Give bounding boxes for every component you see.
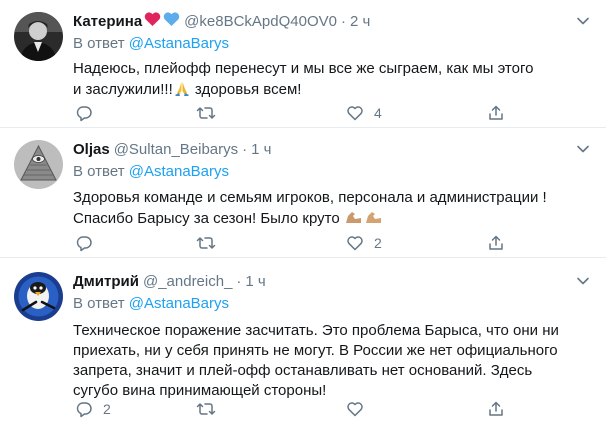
share-button[interactable] (487, 234, 505, 252)
tweet-dmitriy[interactable]: Дмитрий @_andreich_ · 1 ч В ответ @Astan… (0, 258, 606, 424)
reply-count: 2 (103, 401, 111, 417)
reply-icon (76, 236, 92, 252)
reply-mention-link[interactable]: @AstanaBarys (129, 295, 229, 312)
author-handle[interactable]: @Sultan_Beibarys (114, 141, 238, 158)
tweet-text-line: Спасибо Барысу за сезон! Было круто (73, 208, 592, 232)
share-button[interactable] (487, 104, 505, 122)
tweet-text-segment: здоровья всем! (190, 81, 302, 98)
tweet-text-line: Здоровья команде и семьям игроков, персо… (73, 189, 547, 206)
retweet-button[interactable] (196, 400, 226, 418)
reply-context: В ответ @AstanaBarys (73, 294, 592, 314)
reply-prefix: В ответ (73, 35, 125, 52)
share-icon (489, 401, 503, 416)
flexed-biceps-emoji (344, 208, 384, 232)
tweet-text-line: приехать, ни у себя принять не могут. В … (73, 342, 558, 359)
avatar[interactable] (14, 272, 63, 321)
separator-dot: · (236, 272, 242, 290)
tweet-text-line: сугубо вина принимающей стороны! (73, 382, 327, 399)
tweet-text: Техническое поражение засчитать. Это про… (73, 321, 592, 401)
reply-feed: Катерина @ke8BCkApdQ40OV0 · 2 ч В ответ … (0, 0, 606, 424)
author-handle[interactable]: @ke8BCkApdQ40OV0 (184, 13, 337, 30)
reply-context: В ответ @AstanaBarys (73, 162, 592, 182)
tweet-katerina[interactable]: Катерина @ke8BCkApdQ40OV0 · 2 ч В ответ … (0, 0, 606, 128)
reply-button[interactable] (75, 104, 103, 122)
tweet-text-line: Надеюсь, плейофф перенесут и мы все же с… (73, 60, 534, 77)
timestamp[interactable]: 2 ч (350, 13, 370, 30)
like-icon (347, 402, 363, 417)
reply-mention-link[interactable]: @AstanaBarys (129, 163, 229, 180)
tweet-text: Надеюсь, плейофф перенесут и мы все же с… (73, 59, 592, 103)
chevron-down-icon[interactable] (574, 12, 592, 30)
like-count: 2 (374, 235, 382, 251)
reply-context: В ответ @AstanaBarys (73, 34, 592, 54)
chevron-down-icon[interactable] (574, 272, 592, 290)
like-icon (347, 106, 363, 121)
author-name[interactable]: Катерина (73, 13, 142, 30)
retweet-icon (196, 107, 216, 119)
share-button[interactable] (487, 400, 505, 418)
tweet-text-line: запрета, значит и плей-офф останавливать… (73, 362, 533, 379)
tweet-text-line: и заслужили!!! здоровья всем! (73, 79, 592, 103)
avatar[interactable] (14, 140, 63, 189)
like-button[interactable] (346, 400, 374, 418)
avatar[interactable] (14, 12, 63, 61)
share-icon (489, 235, 503, 250)
tweet-text-segment: Спасибо Барысу за сезон! Было круто (73, 210, 340, 227)
separator-dot: · (242, 140, 248, 158)
author-name[interactable]: Дмитрий (73, 273, 139, 290)
retweet-icon (196, 403, 216, 415)
like-button[interactable]: 4 (346, 104, 382, 122)
reply-icon (76, 402, 92, 418)
retweet-icon (196, 237, 216, 249)
reply-button[interactable] (75, 234, 103, 252)
author-handle[interactable]: @_andreich_ (143, 273, 232, 290)
tweet-oljas[interactable]: Oljas @Sultan_Beibarys · 1 ч В ответ @As… (0, 128, 606, 258)
timestamp[interactable]: 1 ч (251, 141, 271, 158)
reply-prefix: В ответ (73, 163, 125, 180)
separator-dot: · (340, 12, 346, 30)
author-name[interactable]: Oljas (73, 141, 110, 158)
reply-prefix: В ответ (73, 295, 125, 312)
retweet-button[interactable] (196, 234, 226, 252)
retweet-button[interactable] (196, 104, 226, 122)
tweet-text: Здоровья команде и семьям игроков, персо… (73, 188, 592, 232)
chevron-down-icon[interactable] (574, 140, 592, 158)
tweet-text-segment: и заслужили!!! (73, 81, 173, 98)
reply-button[interactable]: 2 (75, 400, 111, 418)
reply-icon (76, 106, 92, 122)
blue-heart-emoji (163, 11, 180, 31)
like-icon (347, 236, 363, 251)
folded-hands-emoji (173, 79, 191, 103)
like-count: 4 (374, 105, 382, 121)
timestamp[interactable]: 1 ч (245, 273, 265, 290)
reply-mention-link[interactable]: @AstanaBarys (129, 35, 229, 52)
red-heart-emoji (144, 11, 161, 31)
share-icon (489, 105, 503, 120)
like-button[interactable]: 2 (346, 234, 382, 252)
tweet-text-line: Техническое поражение засчитать. Это про… (73, 322, 559, 339)
